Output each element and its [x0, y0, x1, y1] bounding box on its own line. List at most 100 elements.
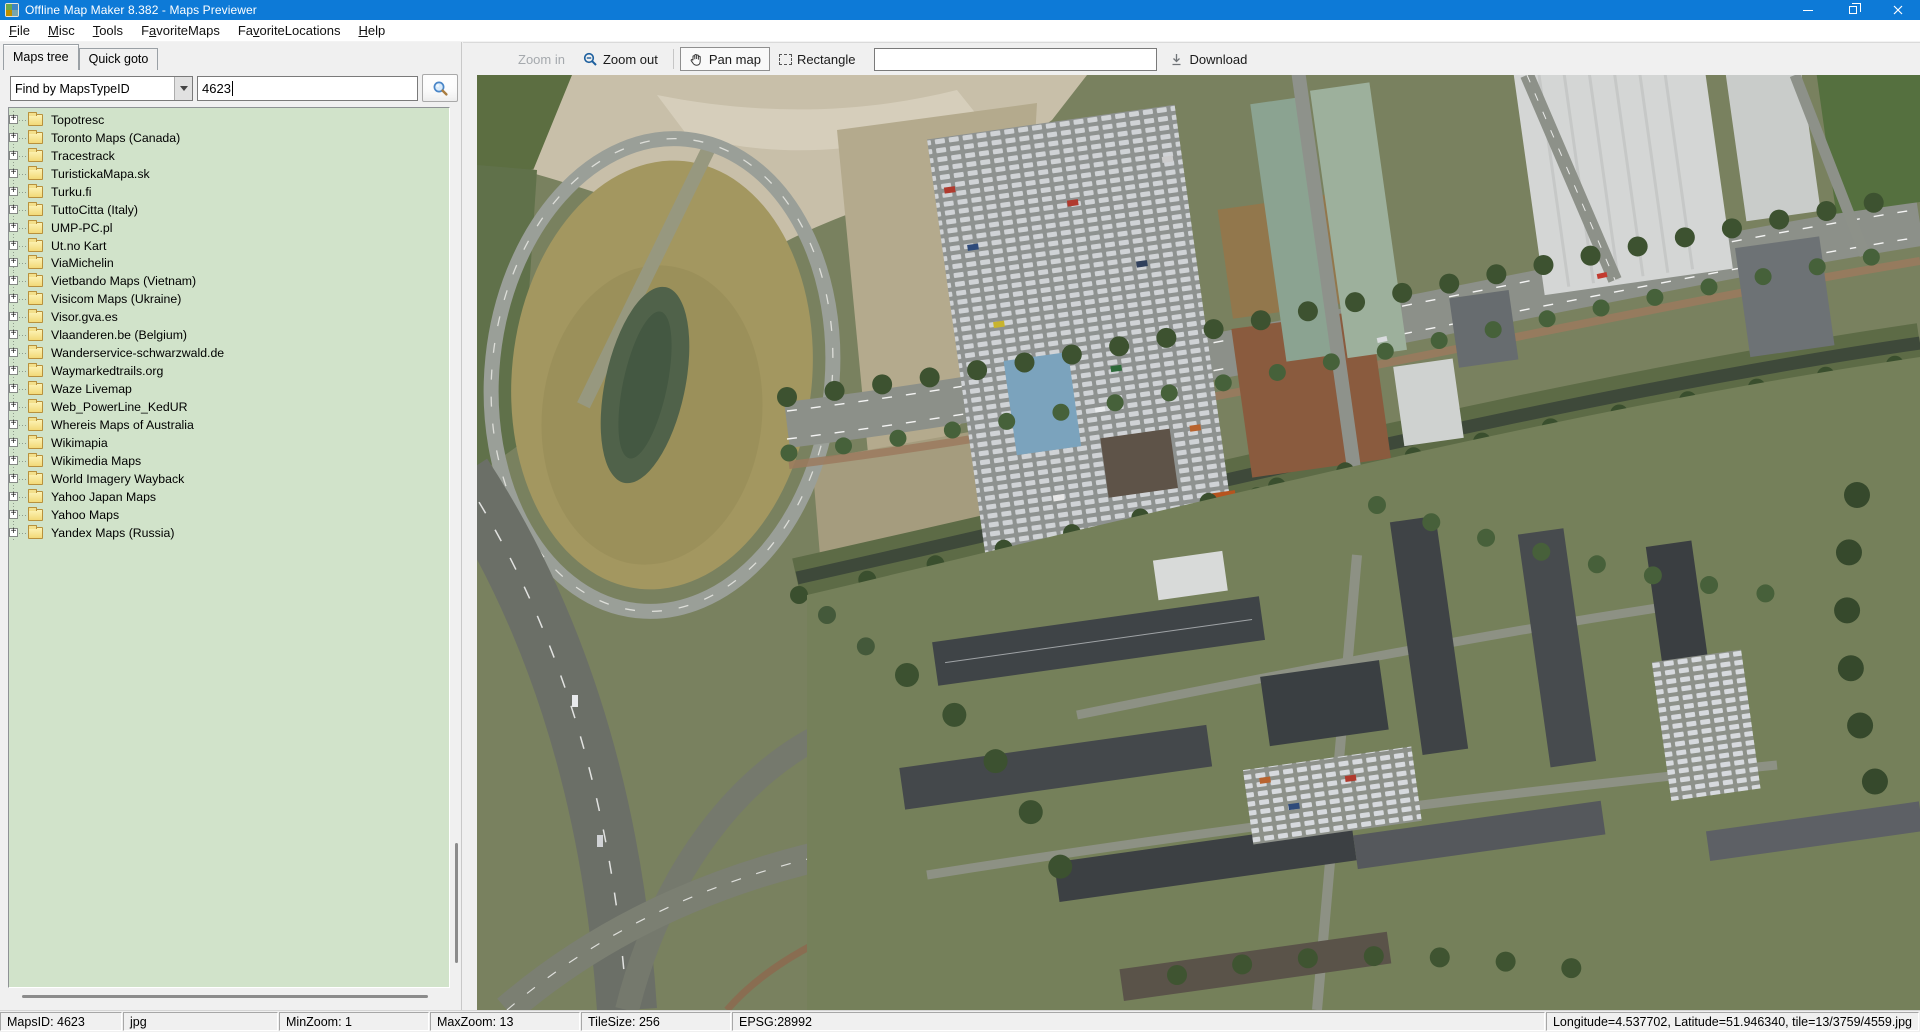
- tree-item[interactable]: Tracestrack: [9, 147, 449, 165]
- tree-item[interactable]: Vlaanderen.be (Belgium): [9, 326, 449, 344]
- zoom-out-button[interactable]: Zoom out: [574, 47, 667, 71]
- rectangle-button[interactable]: Rectangle: [770, 47, 865, 71]
- tree-guide: [19, 174, 28, 175]
- menu-item-label: voriteMaps: [156, 23, 220, 38]
- expand-plus-icon[interactable]: [9, 276, 18, 285]
- panel-tab[interactable]: Maps tree: [3, 44, 79, 70]
- menu-item[interactable]: Tools: [84, 21, 132, 40]
- close-button[interactable]: [1875, 0, 1920, 20]
- expand-plus-icon[interactable]: [9, 330, 18, 339]
- status-cell: jpg: [123, 1012, 278, 1031]
- expand-plus-icon[interactable]: [9, 474, 18, 483]
- tree-item-label: UMP-PC.pl: [51, 221, 113, 235]
- expand-plus-icon[interactable]: [9, 133, 18, 142]
- expand-plus-icon[interactable]: [9, 420, 18, 429]
- expand-plus-icon[interactable]: [9, 492, 18, 501]
- tree-item[interactable]: World Imagery Wayback: [9, 470, 449, 488]
- tree-item[interactable]: Ut.no Kart: [9, 237, 449, 255]
- expand-plus-icon[interactable]: [9, 528, 18, 537]
- menu-item[interactable]: Help: [349, 21, 394, 40]
- download-icon: [1169, 52, 1184, 67]
- tree-item[interactable]: Visicom Maps (Ukraine): [9, 290, 449, 308]
- expand-plus-icon[interactable]: [9, 187, 18, 196]
- tree-guide: [19, 317, 28, 318]
- folder-icon: [28, 275, 43, 287]
- panel-tabs: Maps tree Quick goto: [3, 44, 158, 70]
- map-viewport[interactable]: [477, 75, 1920, 1010]
- menu-item[interactable]: FavoriteLocations: [229, 21, 350, 40]
- expand-plus-icon[interactable]: [9, 312, 18, 321]
- expand-plus-icon[interactable]: [9, 402, 18, 411]
- tree-item[interactable]: Whereis Maps of Australia: [9, 416, 449, 434]
- tree-item[interactable]: Yandex Maps (Russia): [9, 524, 449, 542]
- zoom-in-button[interactable]: Zoom in: [509, 47, 574, 71]
- search-button[interactable]: [422, 74, 458, 102]
- find-mode-select[interactable]: Find by MapsTypeID: [10, 76, 193, 101]
- tree-guide: [19, 299, 28, 300]
- minimize-button[interactable]: [1785, 0, 1830, 20]
- search-input[interactable]: 4623: [197, 76, 418, 101]
- tree-item[interactable]: Turku.fi: [9, 183, 449, 201]
- expand-plus-icon[interactable]: [9, 169, 18, 178]
- download-button[interactable]: Download: [1169, 52, 1247, 67]
- tree-item[interactable]: Yahoo Maps: [9, 506, 449, 524]
- tree-item-label: Wikimapia: [51, 436, 108, 450]
- status-cell-text: MaxZoom: 13: [437, 1015, 513, 1029]
- restore-button[interactable]: [1830, 0, 1875, 20]
- menu-item[interactable]: Misc: [39, 21, 84, 40]
- expand-plus-icon[interactable]: [9, 366, 18, 375]
- tree-item[interactable]: Vietbando Maps (Vietnam): [9, 272, 449, 290]
- pan-map-button[interactable]: Pan map: [680, 47, 770, 71]
- tree-item-label: Visor.gva.es: [51, 310, 118, 324]
- tree-item[interactable]: TuttoCitta (Italy): [9, 201, 449, 219]
- maps-tree: Topotijdreis.nl - kaart 1859 Topotijdrei…: [8, 107, 450, 988]
- tree-item-label: Turku.fi: [51, 185, 92, 199]
- tree-item-label: Tracestrack: [51, 149, 115, 163]
- tree-item[interactable]: Wanderservice-schwarzwald.de: [9, 344, 449, 362]
- status-cell-text: MinZoom: 1: [286, 1015, 352, 1029]
- menu-item[interactable]: FavoriteMaps: [132, 21, 229, 40]
- tree-item[interactable]: Waze Livemap: [9, 380, 449, 398]
- menu-item[interactable]: File: [0, 21, 39, 40]
- tree-guide: [19, 425, 28, 426]
- tree-item[interactable]: Wikimedia Maps: [9, 452, 449, 470]
- expand-plus-icon[interactable]: [9, 438, 18, 447]
- expand-plus-icon[interactable]: [9, 294, 18, 303]
- panel-tab[interactable]: Quick goto: [79, 48, 159, 70]
- expand-plus-icon[interactable]: [9, 348, 18, 357]
- folder-icon: [28, 473, 43, 485]
- toolbar-input[interactable]: [874, 48, 1157, 71]
- expand-plus-icon[interactable]: [9, 510, 18, 519]
- tree-item[interactable]: Yahoo Japan Maps: [9, 488, 449, 506]
- status-bar: MapsID: 4623 jpg MinZoom: 1 MaxZoom: 13 …: [0, 1010, 1920, 1032]
- expand-plus-icon[interactable]: [9, 241, 18, 250]
- tree-vertical-scrollbar[interactable]: [455, 843, 458, 963]
- tree-guide: [19, 281, 28, 282]
- tree-item[interactable]: TuristickaMapa.sk: [9, 165, 449, 183]
- tree-item[interactable]: Web_PowerLine_KedUR: [9, 398, 449, 416]
- app-icon: [5, 3, 19, 17]
- tree-horizontal-scrollbar[interactable]: [22, 995, 428, 998]
- tree-item[interactable]: Visor.gva.es: [9, 308, 449, 326]
- tree-guide: [19, 479, 28, 480]
- combo-dropdown-button[interactable]: [174, 77, 192, 100]
- expand-plus-icon[interactable]: [9, 205, 18, 214]
- expand-plus-icon[interactable]: [9, 223, 18, 232]
- expand-plus-icon[interactable]: [9, 258, 18, 267]
- tree-item[interactable]: Toronto Maps (Canada): [9, 129, 449, 147]
- expand-plus-icon[interactable]: [9, 115, 18, 124]
- tree-item-label: TuttoCitta (Italy): [51, 203, 138, 217]
- tree-item[interactable]: Wikimapia: [9, 434, 449, 452]
- tree-item[interactable]: UMP-PC.pl: [9, 219, 449, 237]
- expand-plus-icon[interactable]: [9, 456, 18, 465]
- tree-item-label: Vlaanderen.be (Belgium): [51, 328, 187, 342]
- folder-icon: [28, 365, 43, 377]
- tree-guide: [19, 210, 28, 211]
- tree-item[interactable]: ViaMichelin: [9, 255, 449, 273]
- tree-item[interactable]: Topotresc: [9, 111, 449, 129]
- expand-plus-icon[interactable]: [9, 384, 18, 393]
- status-cell: Longitude=4.537702, Latitude=51.946340, …: [1546, 1012, 1919, 1031]
- expand-plus-icon[interactable]: [9, 151, 18, 160]
- tree-item[interactable]: Waymarkedtrails.org: [9, 362, 449, 380]
- tree-guide: [19, 353, 28, 354]
